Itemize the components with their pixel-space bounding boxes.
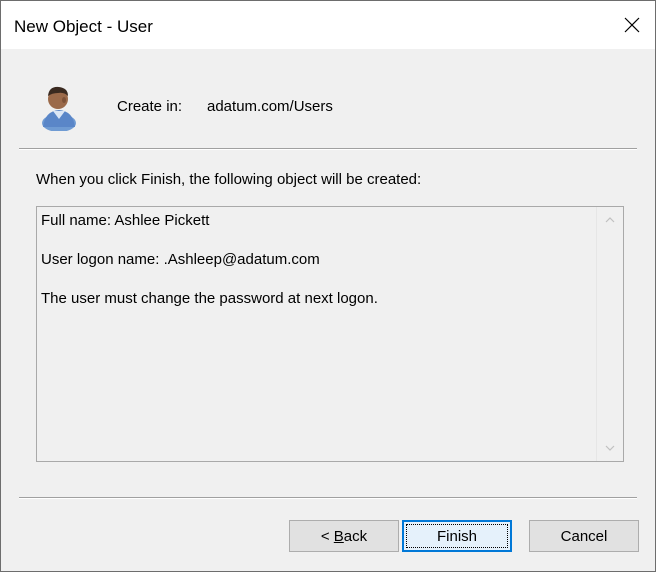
finish-button[interactable]: Finish (402, 520, 512, 552)
window-title: New Object - User (14, 17, 153, 36)
back-button-prefix: < (320, 527, 334, 545)
create-in-path: adatum.com/Users (207, 98, 333, 115)
summary-line-full-name: Full name: Ashlee Pickett (41, 212, 210, 229)
back-button-label: ack (343, 527, 368, 545)
close-button[interactable] (609, 1, 655, 49)
back-button-accelerator: B (333, 527, 344, 545)
summary-scrollbar[interactable] (596, 207, 623, 461)
scroll-up-button[interactable] (597, 207, 623, 233)
instruction-text: When you click Finish, the following obj… (36, 171, 422, 188)
focus-rectangle (406, 524, 508, 548)
title-bar: New Object - User (1, 1, 655, 49)
back-button[interactable]: < Back (289, 520, 399, 552)
chevron-up-icon (605, 217, 615, 223)
scroll-down-button[interactable] (597, 435, 623, 461)
summary-text: Full name: Ashlee Pickett User logon nam… (41, 212, 595, 329)
new-object-user-dialog: New Object - User Create in: adatum.com/… (0, 0, 656, 572)
chevron-down-icon (605, 445, 615, 451)
cancel-button[interactable]: Cancel (529, 520, 639, 552)
create-in-label: Create in: (117, 98, 183, 115)
header-divider (19, 148, 637, 150)
summary-line-logon-name: User logon name: .Ashleep@adatum.com (41, 251, 320, 268)
close-icon (624, 17, 640, 33)
cancel-button-label: Cancel (560, 527, 608, 545)
footer-divider (19, 497, 637, 499)
summary-textbox[interactable]: Full name: Ashlee Pickett User logon nam… (36, 206, 624, 462)
summary-line-password-policy: The user must change the password at nex… (41, 290, 378, 307)
user-icon (42, 86, 76, 131)
